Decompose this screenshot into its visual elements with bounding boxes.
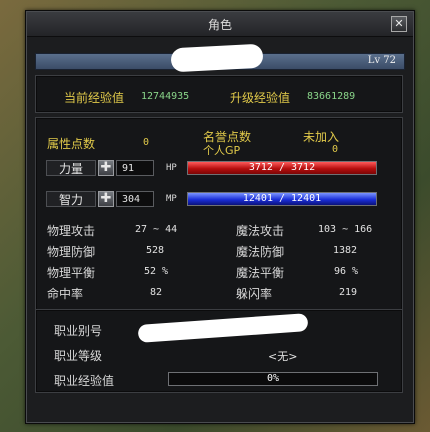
title-bar[interactable]: 角色 ✕ bbox=[27, 12, 413, 37]
phys-balance-value: 52 % bbox=[144, 266, 169, 277]
hit-rate-value: 82 bbox=[150, 287, 163, 298]
hit-rate-label: 命中率 bbox=[47, 287, 84, 301]
magic-balance-value: 96 % bbox=[334, 266, 359, 277]
job-exp-text: 0% bbox=[266, 373, 280, 384]
magic-defense-value: 1382 bbox=[333, 245, 358, 256]
dodge-rate-value: 219 bbox=[339, 287, 358, 298]
magic-defense-label: 魔法防御 bbox=[236, 245, 285, 259]
character-window: 角色 ✕ Lv 72 当前经验值 12744935 升级经验值 83661289… bbox=[25, 10, 415, 424]
phys-defense-label: 物理防御 bbox=[47, 245, 96, 259]
next-exp-value: 83661289 bbox=[307, 91, 356, 102]
mp-bar-text: 12401 / 12401 bbox=[242, 193, 322, 204]
magic-attack-value: 103 ~ 166 bbox=[318, 224, 373, 235]
gp-value: 0 bbox=[332, 144, 339, 155]
add-strength-button[interactable]: ✚ bbox=[98, 160, 114, 176]
hp-bar-text: 3712 / 3712 bbox=[248, 162, 316, 173]
redacted-character-name bbox=[170, 43, 264, 73]
phys-balance-label: 物理平衡 bbox=[47, 266, 96, 280]
character-level: Lv 72 bbox=[367, 55, 396, 66]
current-exp-label: 当前经验值 bbox=[64, 91, 125, 105]
redacted-job-alias bbox=[137, 313, 309, 343]
dodge-rate-label: 躲闪率 bbox=[236, 287, 273, 301]
hp-bar: 3712 / 3712 bbox=[187, 161, 377, 175]
mp-tag: MP bbox=[166, 194, 177, 204]
strength-label: 力量 bbox=[46, 160, 96, 176]
magic-attack-label: 魔法攻击 bbox=[236, 224, 285, 238]
job-panel: 职业别号 职业等级 <无> 职业经验值 0% bbox=[35, 309, 403, 393]
close-icon[interactable]: ✕ bbox=[391, 16, 407, 32]
mp-bar: 12401 / 12401 bbox=[187, 192, 377, 206]
phys-defense-value: 528 bbox=[146, 245, 165, 256]
add-intelligence-button[interactable]: ✚ bbox=[98, 191, 114, 207]
next-exp-label: 升级经验值 bbox=[230, 91, 291, 105]
character-name-bar: Lv 72 bbox=[35, 43, 405, 73]
phys-attack-label: 物理攻击 bbox=[47, 224, 96, 238]
attr-points-label: 属性点数 bbox=[47, 137, 96, 151]
intelligence-label: 智力 bbox=[46, 191, 96, 207]
job-level-label: 职业等级 bbox=[54, 349, 103, 363]
phys-attack-value: 27 ~ 44 bbox=[135, 224, 178, 235]
experience-panel: 当前经验值 12744935 升级经验值 83661289 bbox=[35, 75, 403, 113]
job-level-value: <无> bbox=[268, 350, 298, 363]
magic-balance-label: 魔法平衡 bbox=[236, 266, 285, 280]
hp-tag: HP bbox=[166, 163, 177, 173]
gp-label: 个人GP bbox=[203, 144, 241, 157]
job-exp-label: 职业经验值 bbox=[54, 374, 115, 388]
stats-panel: 属性点数 0 名誉点数 未加入 个人GP 0 力量 ✚ 91 HP 3712 /… bbox=[35, 117, 403, 315]
fame-status: 未加入 bbox=[303, 130, 340, 144]
job-alias-label: 职业别号 bbox=[54, 324, 103, 338]
attr-points-value: 0 bbox=[143, 137, 150, 148]
job-exp-bar: 0% bbox=[168, 372, 378, 386]
window-title: 角色 bbox=[207, 18, 232, 32]
intelligence-value: 304 bbox=[116, 191, 154, 207]
current-exp-value: 12744935 bbox=[141, 91, 190, 102]
strength-value: 91 bbox=[116, 160, 154, 176]
